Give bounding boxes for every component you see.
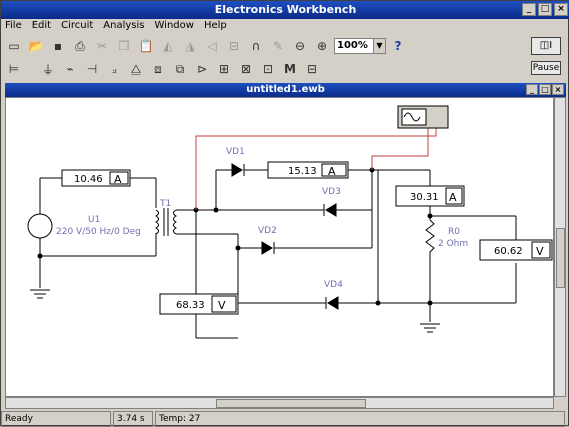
resistor-value-label: 2 Ohm (438, 239, 468, 249)
transistors-bin-icon[interactable]: ⟓ (104, 59, 124, 79)
help-button[interactable]: ? (388, 36, 408, 56)
save-icon[interactable]: ▪ (48, 36, 68, 56)
resistor-ref-label: R0 (448, 227, 460, 237)
flip-horizontal-icon[interactable]: ◮ (180, 36, 200, 56)
doc-minimize-button[interactable]: _ (526, 84, 538, 95)
diodes-bin-icon[interactable]: ⊣ (82, 59, 102, 79)
indicators-bin-icon[interactable]: ⊠ (236, 59, 256, 79)
diode-vd4-label: VD4 (324, 280, 343, 290)
copy-icon[interactable]: ❐ (114, 36, 134, 56)
transformer-ref-label: T1 (159, 199, 171, 209)
rotate-icon[interactable]: ◭ (158, 36, 178, 56)
maximize-button[interactable]: □ (538, 3, 552, 16)
window-title: Electronics Workbench (214, 3, 357, 16)
main-toolbar: ▭ 📂 ▪ ⎙ ✂ ❐ 📋 ◭ ◮ ◁ ⊟ ∩ ✎ ⊖ ⊕ 100% ▼ ? (1, 34, 521, 58)
mixed-ics-bin-icon[interactable]: ⧈ (148, 59, 168, 79)
ammeter-2-unit: A (328, 165, 336, 178)
zoom-select[interactable]: 100% ▼ (334, 38, 386, 54)
component-properties-icon[interactable]: ✎ (268, 36, 288, 56)
horizontal-scrollbar[interactable] (5, 397, 554, 409)
voltmeter-2-unit: V (218, 299, 226, 312)
status-time: 3.74 s (113, 411, 153, 427)
cut-icon[interactable]: ✂ (92, 36, 112, 56)
menu-file[interactable]: File (5, 19, 22, 33)
flip-vertical-icon[interactable]: ◁ (202, 36, 222, 56)
document-title-bar: untitled1.ewb _ □ × (5, 83, 566, 97)
voltmeter-2-value: 68.33 (176, 300, 205, 311)
menu-edit[interactable]: Edit (32, 19, 51, 33)
status-temp: Temp: 27 (155, 411, 565, 427)
minimize-button[interactable]: _ (522, 3, 536, 16)
digital-ics-bin-icon[interactable]: ⧉ (170, 59, 190, 79)
status-bar: Ready 3.74 s Temp: 27 (1, 411, 569, 427)
logic-gates-bin-icon[interactable]: ⊳ (192, 59, 212, 79)
ammeter-1-unit: A (114, 173, 122, 186)
menu-analysis[interactable]: Analysis (103, 19, 144, 33)
status-state: Ready (1, 411, 111, 427)
basic-bin-icon[interactable]: ⌁ (60, 59, 80, 79)
controls-bin-icon[interactable]: ⊡ (258, 59, 278, 79)
parts-toolbar: ⊨ ⏚ ⌁ ⊣ ⟓ ⧋ ⧈ ⧉ ⊳ ⊞ ⊠ ⊡ M ⊟ (1, 57, 521, 81)
print-icon[interactable]: ⎙ (70, 36, 90, 56)
menu-window[interactable]: Window (155, 19, 194, 33)
circuit-canvas[interactable]: 10.46 A 15.13 A 30.31 A 60.62 V 68.33 V … (5, 97, 554, 397)
graph-icon[interactable]: ∩ (246, 36, 266, 56)
zoom-in-icon[interactable]: ⊕ (312, 36, 332, 56)
zoom-out-icon[interactable]: ⊖ (290, 36, 310, 56)
source-ref-label: U1 (88, 215, 100, 225)
menu-bar: File Edit Circuit Analysis Window Help (1, 19, 569, 33)
voltmeter-1-unit: V (536, 245, 544, 258)
ammeter-2-value: 15.13 (288, 166, 317, 177)
vertical-scroll-thumb[interactable] (556, 228, 565, 288)
instruments-bin-icon[interactable]: ⊟ (302, 59, 322, 79)
miscellaneous-bin-icon[interactable]: M (280, 59, 300, 79)
ammeter-3-value: 30.31 (410, 192, 439, 203)
parts-bin-toggle-icon[interactable]: ⊨ (4, 59, 24, 79)
vertical-scrollbar[interactable] (554, 97, 566, 397)
source-desc-label: 220 V/50 Hz/0 Deg (56, 227, 141, 237)
pause-button[interactable]: Pause (531, 61, 561, 75)
document-title: untitled1.ewb (246, 84, 325, 95)
paste-icon[interactable]: 📋 (136, 36, 156, 56)
new-file-icon[interactable]: ▭ (4, 36, 24, 56)
voltmeter-1-value: 60.62 (494, 246, 523, 257)
zoom-value: 100% (337, 40, 368, 51)
title-bar: Electronics Workbench _ □ × (1, 1, 569, 19)
sources-bin-icon[interactable]: ⏚ (38, 59, 58, 79)
close-button[interactable]: × (554, 3, 568, 16)
ammeter-1-value: 10.46 (74, 174, 103, 185)
subcircuit-icon[interactable]: ⊟ (224, 36, 244, 56)
diode-vd1-label: VD1 (226, 147, 245, 157)
simulation-controls: ◫I Pause (528, 37, 564, 75)
doc-maximize-button[interactable]: □ (539, 84, 551, 95)
ammeter-3-unit: A (449, 191, 457, 204)
power-switch-icon[interactable]: ◫I (531, 37, 561, 55)
doc-close-button[interactable]: × (552, 84, 564, 95)
digital-bin-icon[interactable]: ⊞ (214, 59, 234, 79)
menu-circuit[interactable]: Circuit (61, 19, 93, 33)
menu-help[interactable]: Help (204, 19, 227, 33)
circuit-schematic: 10.46 A 15.13 A 30.31 A 60.62 V 68.33 V … (27, 105, 553, 339)
diode-vd2-label: VD2 (258, 226, 277, 236)
app-window: Electronics Workbench _ □ × File Edit Ci… (0, 0, 569, 427)
open-folder-icon[interactable]: 📂 (26, 36, 46, 56)
diode-vd3-label: VD3 (322, 187, 341, 197)
analog-ics-bin-icon[interactable]: ⧋ (126, 59, 146, 79)
chevron-down-icon: ▼ (373, 39, 385, 53)
horizontal-scroll-thumb[interactable] (216, 399, 366, 408)
